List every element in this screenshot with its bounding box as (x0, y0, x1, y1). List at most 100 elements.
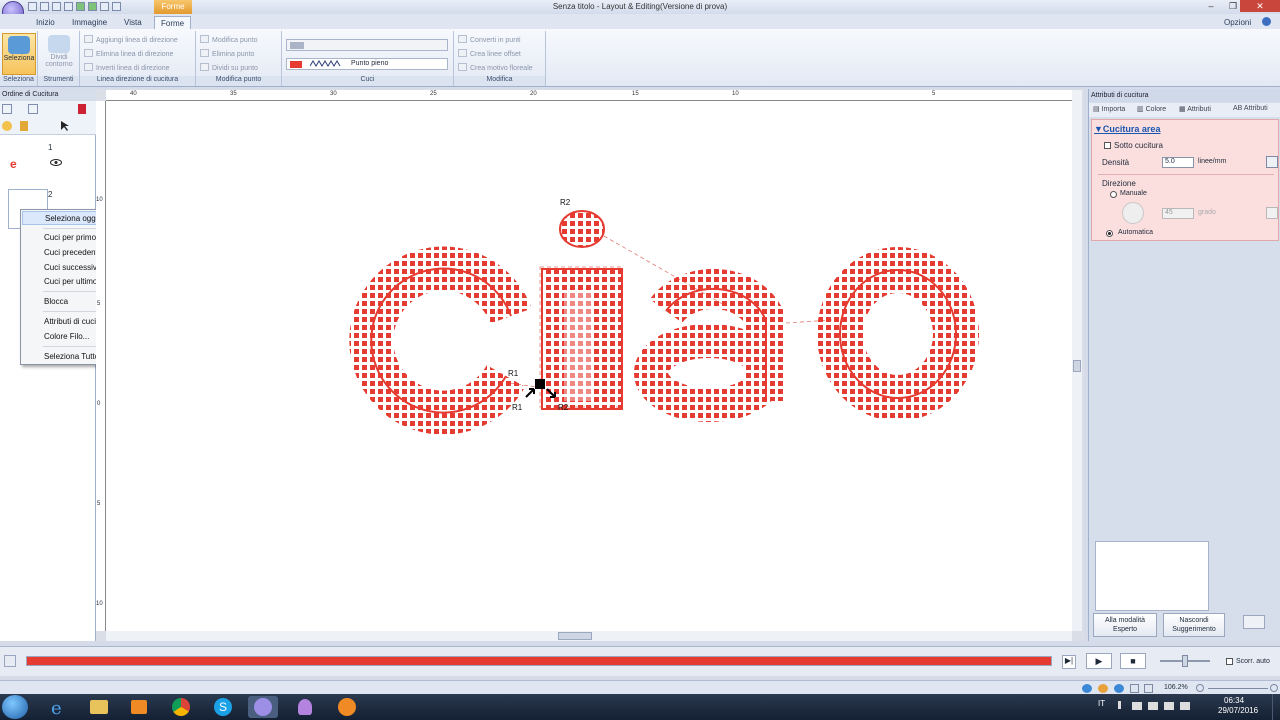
tab-attributi-cucitura[interactable]: ▦ Attributi (1179, 105, 1211, 113)
help-icon[interactable] (1262, 17, 1271, 26)
print-icon[interactable] (64, 2, 73, 11)
hand-app-icon[interactable] (332, 696, 362, 718)
auto-scroll-checkbox[interactable] (1226, 658, 1233, 665)
section-title[interactable]: ▼Cucitura area (1094, 124, 1160, 134)
zoom-page-icon[interactable] (1114, 684, 1124, 693)
group-label: Strumenti (38, 76, 79, 86)
quick-access-icon[interactable] (100, 2, 109, 11)
density-preset-icon[interactable] (1266, 156, 1278, 168)
skype-icon[interactable]: S (208, 696, 238, 718)
tab-forme[interactable]: Forme (154, 16, 192, 29)
eye-icon[interactable] (2, 121, 12, 131)
undo-icon[interactable] (76, 2, 85, 11)
hint-panel-icon[interactable] (1243, 615, 1265, 629)
automatic-radio[interactable] (1106, 230, 1113, 237)
layout-editing-app-icon[interactable] (248, 696, 278, 718)
view-mode-icon[interactable] (2, 104, 12, 114)
customize-quick-access-icon[interactable] (112, 2, 121, 11)
zoom-level: 106.2% (1164, 684, 1188, 691)
file-explorer-icon[interactable] (84, 696, 114, 718)
sewing-item-thumbnail[interactable]: e (10, 157, 17, 171)
selection-handle[interactable] (535, 379, 545, 389)
open-file-icon[interactable] (40, 2, 49, 11)
zoom-icon[interactable] (1082, 684, 1092, 693)
select-button[interactable]: Seleziona (2, 33, 36, 75)
ruler-tick-label: 10 (96, 197, 103, 203)
delete-direction-line-button[interactable]: Elimina linea di direzione (84, 49, 173, 60)
stop-icon[interactable]: ■ (1120, 653, 1146, 669)
tab-attributi-testo[interactable]: AB Attributi (1233, 105, 1268, 112)
split-at-point-button[interactable]: Dividi su punto (200, 63, 258, 74)
progress-track[interactable] (26, 656, 1052, 666)
new-file-icon[interactable] (28, 2, 37, 11)
delete-point-button[interactable]: Elimina punto (200, 49, 254, 60)
design-canvas[interactable]: R2 R1 R1 R2 (106, 101, 1072, 631)
vertical-scroll-thumb[interactable] (1073, 360, 1081, 372)
density-input[interactable]: 5.0 (1162, 157, 1194, 168)
save-icon[interactable] (52, 2, 61, 11)
create-offset-lines-button[interactable]: Crea linee offset (458, 49, 521, 60)
network-icon[interactable] (1148, 702, 1158, 710)
split-outline-button[interactable]: Dividi contorno (42, 33, 76, 75)
flag-icon[interactable] (1132, 702, 1142, 710)
zoom-out-icon[interactable] (1196, 684, 1204, 692)
redo-icon[interactable] (88, 2, 97, 11)
tab-colore[interactable]: ▥ Colore (1137, 105, 1166, 113)
convert-to-stitches-button[interactable]: Converti in punti (458, 35, 521, 46)
tray-arrow-icon[interactable] (1118, 701, 1125, 709)
line-color-swatch (290, 42, 304, 49)
tab-immagine[interactable]: Immagine (66, 16, 113, 29)
windows-taskbar: e S IT 06:34 29/07/2016 (0, 694, 1280, 720)
direction-arrow-icon (525, 388, 535, 398)
hide-hint-button[interactable]: Nascondi Suggerimento (1163, 613, 1225, 637)
battery-icon[interactable] (1164, 702, 1174, 710)
zoom-fit-icon[interactable] (1098, 684, 1108, 693)
horizontal-scrollbar[interactable] (106, 631, 1072, 641)
go-to-start-icon[interactable] (4, 655, 16, 667)
show-desktop-button[interactable] (1272, 694, 1280, 720)
horizontal-scroll-thumb[interactable] (558, 632, 592, 640)
stop-icon[interactable] (78, 104, 86, 114)
clock-date[interactable]: 29/07/2016 (1218, 706, 1258, 715)
edit-point-button[interactable]: Modifica punto (200, 35, 258, 46)
section-title-label: Cucitura area (1102, 124, 1161, 134)
line-color-dropdown[interactable] (286, 39, 448, 51)
start-button[interactable] (2, 695, 28, 719)
flower-app-icon[interactable] (290, 696, 320, 718)
clock-time[interactable]: 06:34 (1224, 696, 1244, 705)
tab-importa[interactable]: ▤ Importa (1093, 105, 1125, 113)
eye-icon[interactable] (50, 159, 62, 166)
pointer-icon[interactable] (60, 121, 70, 131)
angle-input[interactable]: 45 (1162, 208, 1194, 219)
invert-direction-line-button[interactable]: Inverti linea di direzione (84, 63, 170, 74)
media-player-icon[interactable] (124, 696, 154, 718)
minimize-button[interactable]: – (1200, 0, 1222, 12)
letter-i-dot-stitches[interactable] (559, 210, 605, 248)
angle-dial[interactable] (1122, 202, 1144, 224)
under-sewing-checkbox[interactable] (1104, 142, 1111, 149)
play-icon[interactable]: ▶ (1086, 653, 1112, 669)
expert-mode-button[interactable]: Alla modalità Esperto (1093, 613, 1157, 637)
angle-preset-icon[interactable] (1266, 207, 1278, 219)
manual-radio[interactable] (1110, 191, 1117, 198)
ruler-tick-label: 10 (96, 601, 103, 607)
add-direction-line-button[interactable]: Aggiungi linea di direzione (84, 35, 178, 46)
go-to-end-icon[interactable]: ▶| (1062, 655, 1076, 669)
internet-explorer-icon[interactable]: e (42, 696, 72, 719)
language-indicator[interactable]: IT (1098, 699, 1105, 708)
tab-inizio[interactable]: Inizio (30, 16, 61, 29)
grid-icon[interactable] (1130, 684, 1139, 693)
zoom-slider[interactable] (1208, 688, 1268, 689)
view-icon[interactable] (1144, 684, 1153, 693)
options-menu[interactable]: Opzioni (1218, 16, 1257, 29)
tab-vista[interactable]: Vista (118, 16, 148, 29)
speed-slider-thumb[interactable] (1182, 655, 1188, 667)
close-button[interactable]: ✕ (1240, 0, 1280, 12)
zoom-in-icon[interactable] (1270, 684, 1278, 692)
chrome-icon[interactable] (166, 696, 196, 718)
lock-icon[interactable] (20, 121, 28, 131)
volume-icon[interactable] (1180, 702, 1190, 710)
vertical-scrollbar[interactable] (1072, 90, 1082, 631)
create-floral-pattern-button[interactable]: Crea motivo floreale (458, 63, 533, 74)
sort-icon[interactable] (28, 104, 38, 114)
